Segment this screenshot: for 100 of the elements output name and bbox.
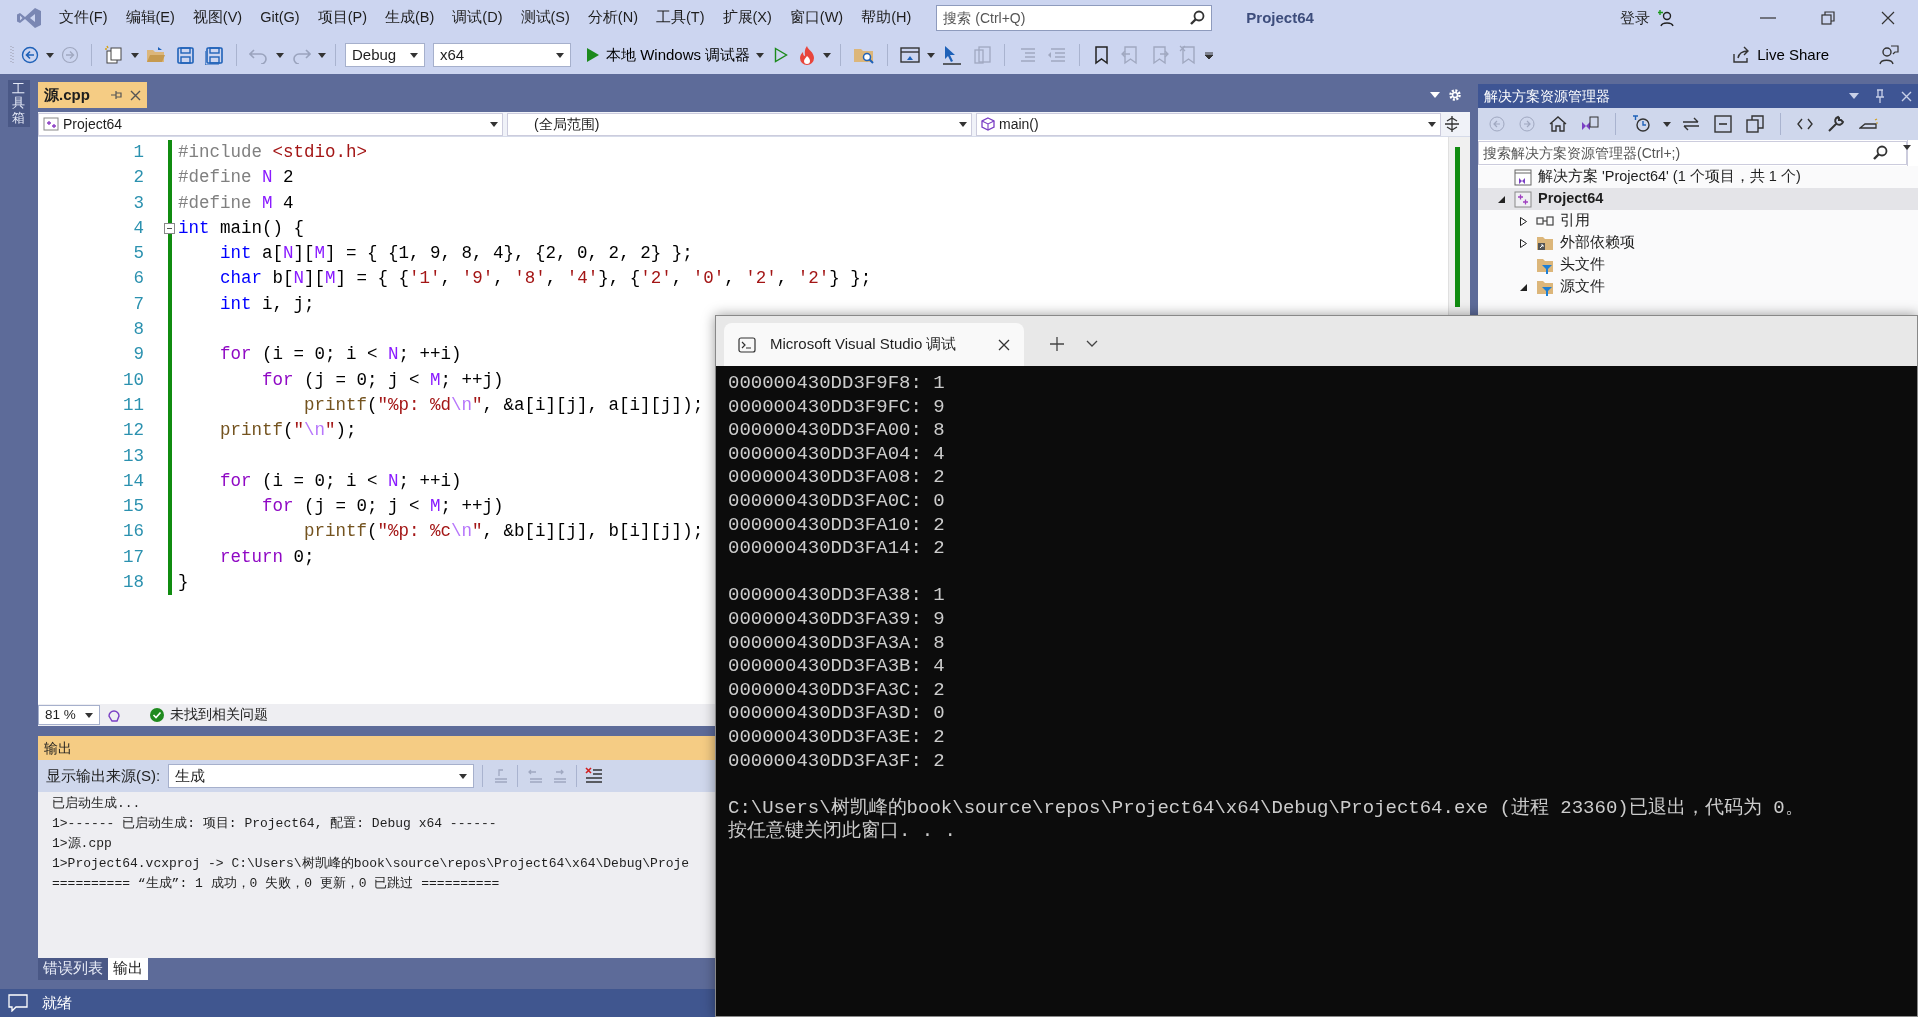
menu-item[interactable]: 项目(P) [308, 7, 376, 29]
dropdown-icon[interactable] [1430, 92, 1440, 98]
caret-icon[interactable] [490, 121, 498, 127]
caret-icon[interactable] [410, 52, 418, 58]
code-line: printf("%p: %d\n", &a[i][j], a[i][j]); [303, 393, 704, 417]
line-number: 8 [132, 318, 145, 342]
dropdown-icon[interactable] [1086, 340, 1098, 348]
expanded-icon[interactable] [1518, 282, 1528, 292]
scope-dropdown[interactable]: (全局范围) [507, 112, 972, 136]
collapsed-icon[interactable] [1518, 238, 1528, 248]
indent-icon [1047, 46, 1068, 64]
menu-item[interactable]: 编辑(E) [116, 7, 184, 29]
next-bookmark-icon [1150, 45, 1170, 65]
zoom-dropdown[interactable]: 81 % [38, 705, 100, 725]
caret-icon[interactable] [1903, 145, 1911, 150]
collapse-all-button[interactable] [1711, 113, 1735, 135]
caret-icon[interactable] [459, 773, 468, 779]
caret-icon[interactable] [318, 52, 326, 58]
expanded-icon[interactable] [1496, 194, 1506, 204]
close-icon[interactable] [998, 338, 1010, 351]
editor-tab[interactable]: 源.cpp [38, 82, 147, 108]
clear-all-icon [585, 767, 604, 785]
console-line: 按任意键关闭此窗口. . . [728, 820, 957, 844]
caret-icon[interactable] [1428, 121, 1436, 127]
pin-icon[interactable] [109, 89, 122, 101]
caret-icon[interactable] [823, 52, 832, 58]
copy-button[interactable] [1743, 113, 1767, 135]
toolbox-tab[interactable]: 工具箱 [8, 80, 30, 127]
restore-icon [1820, 10, 1836, 26]
tree-item[interactable]: Project64 [1478, 188, 1918, 210]
live-share-button[interactable]: Live Share [1729, 41, 1832, 69]
search-icon [1872, 145, 1888, 161]
account-icon[interactable] [1658, 9, 1676, 27]
panel-tab[interactable]: 输出 [108, 958, 148, 980]
wrench-icon [1827, 115, 1845, 133]
terminal-tab[interactable]: Microsoft Visual Studio 调试 [724, 323, 1024, 366]
settings-icon[interactable] [1448, 88, 1462, 102]
menu-item[interactable]: 文件(F) [50, 7, 117, 29]
tree-item[interactable]: 引用 [1478, 210, 1918, 232]
new-tab-icon[interactable] [1050, 337, 1064, 351]
redo-icon [291, 46, 311, 64]
line-number: 2 [132, 166, 145, 190]
issues-status[interactable]: 未找到相关问题 [170, 704, 268, 726]
console-line: 000000430DD3F9F8: 1 [728, 372, 946, 396]
collapsed-icon[interactable] [1518, 216, 1528, 226]
line-number: 14 [122, 469, 145, 493]
line-number: 13 [122, 444, 145, 468]
code-line: for (i = 0; i < N; ++i) [219, 469, 462, 493]
tree-item[interactable]: 外部依赖项 [1478, 232, 1918, 254]
line-number: 12 [122, 419, 145, 443]
sign-in-link[interactable]: 登录 [1620, 6, 1650, 30]
caret-icon[interactable] [959, 121, 967, 127]
caret-icon[interactable] [1663, 121, 1671, 127]
notification-icon[interactable] [8, 994, 28, 1012]
overflow-icon[interactable] [1205, 51, 1214, 59]
minimize-button[interactable] [1757, 15, 1779, 21]
caret-icon[interactable] [756, 52, 765, 58]
platform-dropdown[interactable]: x64 [433, 43, 571, 67]
menu-item[interactable]: 窗口(W) [780, 7, 853, 29]
dropdown-icon[interactable] [1849, 93, 1859, 99]
output-source-dropdown[interactable]: 生成 [168, 764, 475, 788]
code-line: int a[N][M] = { {1, 9, 8, 4}, {2, 0, 2, 2} }; [219, 242, 693, 266]
home-icon [1549, 116, 1567, 132]
search-field[interactable]: 搜索 (Ctrl+Q) [936, 5, 1213, 31]
start-without-debugging-icon [774, 47, 789, 63]
scope-dropdown[interactable]: Project64 [38, 112, 503, 136]
menu-item[interactable]: 调试(D) [443, 7, 512, 29]
menu-item[interactable]: Git(G) [251, 7, 309, 29]
caret-icon[interactable] [131, 52, 139, 58]
line-number: 1 [132, 141, 145, 164]
panel-tab[interactable]: 错误列表 [38, 958, 108, 980]
code-line: printf("\n"); [219, 419, 357, 443]
tree-item[interactable]: 解决方案 'Project64' (1 个项目，共 1 个) [1478, 166, 1918, 188]
tree-item[interactable]: 头文件 [1478, 254, 1918, 276]
caret-icon[interactable] [556, 52, 564, 58]
menu-item[interactable]: 工具(T) [647, 7, 714, 29]
forward-icon [1519, 116, 1535, 132]
console-line: 000000430DD3FA10: 2 [728, 513, 946, 538]
feedback-button[interactable] [1876, 43, 1902, 67]
scope-dropdown[interactable]: main() [976, 112, 1441, 136]
project-icon [43, 117, 59, 131]
menu-item[interactable]: 生成(B) [376, 7, 444, 29]
menu-item[interactable]: 视图(V) [183, 7, 252, 29]
menu-item[interactable]: 分析(N) [578, 7, 647, 29]
menu-item[interactable]: 帮助(H) [852, 7, 921, 29]
share-icon [1732, 46, 1751, 64]
menu-item[interactable]: 扩展(X) [713, 7, 781, 29]
collapse-icon[interactable] [164, 222, 175, 234]
caret-icon[interactable] [927, 52, 936, 58]
console-line: 000000430DD3FA00: 8 [728, 419, 946, 443]
configuration-dropdown[interactable]: Debug [345, 43, 425, 67]
menu-item[interactable]: 测试(S) [511, 7, 579, 29]
caret-icon[interactable] [276, 52, 284, 58]
search-field[interactable]: 搜索解决方案资源管理器(Ctrl+;) [1478, 141, 1907, 165]
debugger-button[interactable]: 本地 Windows 调试器 [583, 41, 768, 69]
caret-icon[interactable] [46, 52, 54, 58]
tree-item[interactable]: 源文件 [1478, 276, 1918, 298]
split-icon[interactable] [1445, 116, 1459, 132]
code-line: for (j = 0; j < M; ++j) [261, 495, 504, 519]
caret-icon[interactable] [85, 712, 93, 718]
